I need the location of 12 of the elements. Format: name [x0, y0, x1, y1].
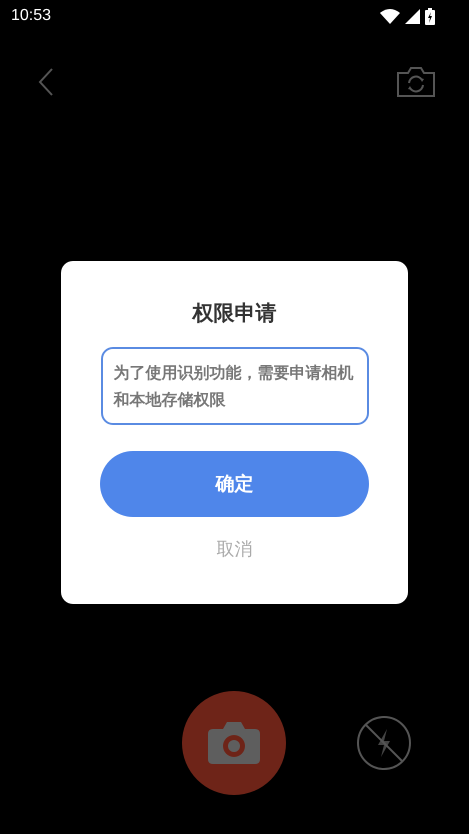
- camera-icon: [207, 721, 261, 765]
- message-box: 为了使用识别功能，需要申请相机和本地存储权限: [100, 347, 368, 425]
- flash-off-icon[interactable]: [356, 715, 412, 771]
- camera-switch-icon[interactable]: [396, 67, 436, 97]
- confirm-button[interactable]: 确定: [100, 451, 369, 517]
- wifi-icon: [380, 8, 400, 24]
- dialog-title: 权限申请: [192, 300, 276, 327]
- status-time: 10:53: [11, 7, 52, 25]
- battery-icon: [425, 8, 435, 24]
- back-icon[interactable]: [38, 68, 54, 96]
- cancel-button[interactable]: 取消: [212, 535, 256, 563]
- signal-icon: [405, 8, 420, 24]
